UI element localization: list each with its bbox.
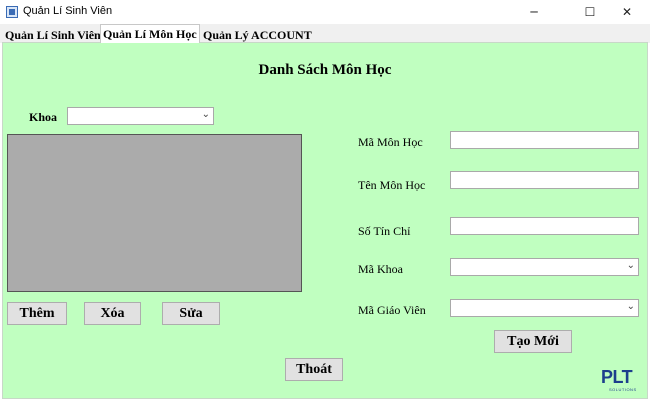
chevron-down-icon: ⌄ — [626, 301, 635, 312]
tab-strip: Quản Lí Sinh Viên Quản Lí Môn Học Quản L… — [0, 24, 650, 43]
minimize-icon[interactable]: ─ — [511, 0, 557, 24]
close-icon[interactable]: ✕ — [604, 0, 650, 24]
so-tin-chi-input[interactable] — [450, 217, 639, 235]
ten-mon-hoc-input[interactable] — [450, 171, 639, 189]
them-button[interactable]: Thêm — [7, 302, 67, 325]
so-tin-chi-label: Số Tín Chỉ — [358, 224, 411, 238]
window-title: Quản Lí Sinh Viên — [23, 5, 113, 17]
ma-mon-hoc-label: Mã Môn Học — [358, 135, 423, 149]
tao-moi-button[interactable]: Tạo Mới — [494, 330, 572, 353]
plt-logo-subtext: SOLUTIONS — [609, 387, 637, 392]
xoa-button[interactable]: Xóa — [84, 302, 141, 325]
app-icon — [6, 6, 18, 18]
ma-khoa-label: Mã Khoa — [358, 262, 403, 276]
khoa-label: Khoa — [29, 110, 58, 124]
title-bar: Quản Lí Sinh Viên ─ ☐ ✕ — [0, 0, 650, 24]
page-title: Danh Sách Môn Học — [258, 62, 392, 78]
chevron-down-icon: ⌄ — [626, 260, 635, 271]
ma-khoa-select[interactable]: ⌄ — [450, 258, 639, 276]
ma-mon-hoc-input[interactable] — [450, 131, 639, 149]
plt-logo: PLT — [601, 367, 633, 387]
mon-hoc-data-grid[interactable] — [7, 134, 302, 292]
ma-giao-vien-select[interactable]: ⌄ — [450, 299, 639, 317]
tab-quan-li-mon-hoc[interactable]: Quản Lí Môn Học — [100, 24, 200, 43]
ma-giao-vien-label: Mã Giáo Viên — [358, 303, 426, 317]
thoat-button[interactable]: Thoát — [285, 358, 343, 381]
ten-mon-hoc-label: Tên Môn Học — [358, 178, 426, 192]
chevron-down-icon: ⌄ — [201, 109, 210, 120]
sua-button[interactable]: Sửa — [162, 302, 220, 325]
khoa-select[interactable]: ⌄ — [67, 107, 214, 125]
